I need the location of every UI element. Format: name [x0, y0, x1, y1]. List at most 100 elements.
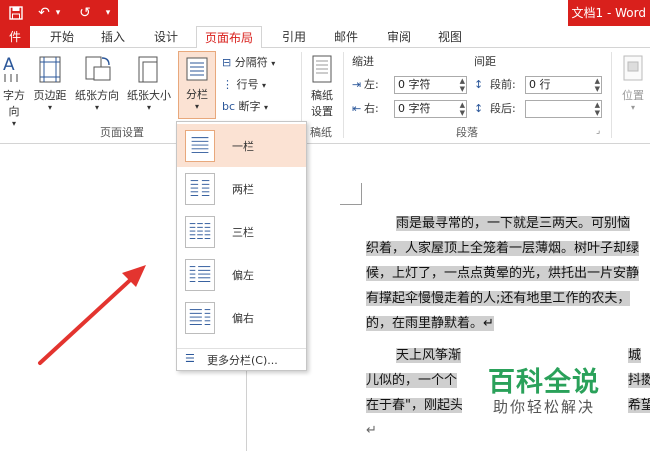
- tab-review[interactable]: 审阅: [381, 26, 417, 48]
- columns-option-three[interactable]: 三栏: [177, 210, 306, 253]
- text-direction-dropdown-icon: ▾: [11, 119, 16, 128]
- more-columns-icon: ☰: [185, 352, 195, 365]
- text-line: 织着，人家屋顶上全笼着一层薄烟。树叶子却绿: [366, 241, 640, 256]
- draft-paper-icon: [312, 55, 332, 83]
- indent-right-label: 右:: [364, 102, 379, 115]
- left-column-icon: [185, 259, 215, 291]
- one-column-icon: [185, 130, 215, 162]
- text-line: 候，上灯了，一点点黄晕的光，烘托出一片安静: [366, 266, 640, 281]
- indent-left-input[interactable]: 0 字符 ▲ ▼: [394, 76, 467, 94]
- columns-option-one[interactable]: 一栏: [177, 124, 306, 167]
- paragraph-2-right: 城 抖擞 希望: [628, 343, 650, 418]
- tab-references[interactable]: 引用: [276, 26, 312, 48]
- paper-setup-button[interactable]: 稿纸 设置: [306, 54, 338, 119]
- size-dropdown-icon: ▾: [146, 103, 151, 112]
- tab-file[interactable]: 件: [0, 26, 30, 48]
- columns-option-label: 两栏: [232, 183, 254, 196]
- spacing-before-icon: ↕: [474, 78, 484, 91]
- spinner-icon[interactable]: ▲ ▼: [460, 101, 465, 117]
- page-setup-group-label: 页面设置: [100, 126, 144, 139]
- indent-left-value: 0 字符: [398, 78, 431, 91]
- orientation-button[interactable]: 纸张方向 ▾: [72, 54, 122, 112]
- spacing-heading: 间距: [474, 55, 496, 68]
- undo-icon[interactable]: ↶: [36, 3, 52, 23]
- columns-dropdown-menu: 一栏 两栏 三栏 偏左 偏右 ☰ 更多分栏(C)...: [176, 121, 307, 371]
- margins-button[interactable]: 页边距 ▾: [30, 54, 70, 112]
- spacing-after-input[interactable]: ▲ ▼: [525, 100, 602, 118]
- breaks-button[interactable]: ⊟ 分隔符 ▾: [222, 54, 292, 72]
- spacing-before-input[interactable]: 0 行 ▲ ▼: [525, 76, 602, 94]
- ribbon-tabs: 件 开始 插入 设计 页面布局 引用 邮件 审阅 视图: [0, 26, 650, 49]
- watermark-subtitle: 助你轻松解决: [492, 398, 595, 416]
- columns-button[interactable]: 分栏 ▾: [178, 51, 216, 119]
- text-line: 抖擞: [628, 373, 650, 388]
- paragraph-2[interactable]: 天上风筝渐 儿似的，一个个 在于春"，刚起头 ↵: [366, 343, 463, 443]
- line-numbers-dropdown-icon: ▾: [262, 81, 267, 90]
- tab-view[interactable]: 视图: [432, 26, 468, 48]
- separator: [343, 52, 344, 138]
- save-icon[interactable]: [6, 3, 26, 23]
- breaks-label: 分隔符: [234, 56, 268, 69]
- spinner-icon[interactable]: ▲ ▼: [595, 77, 600, 93]
- columns-option-right[interactable]: 偏右: [177, 296, 306, 339]
- line-numbers-label: 行号: [236, 78, 259, 91]
- spacing-after-label: 段后:: [490, 102, 516, 115]
- paragraph-mark: ↵: [366, 423, 377, 438]
- position-dropdown-icon: ▾: [630, 103, 635, 112]
- text-line: 雨是最寻常的，一下就是三两天。可别恼: [396, 216, 631, 231]
- spacing-before-value: 0 行: [529, 78, 551, 91]
- size-label: 纸张大小: [127, 89, 171, 102]
- tab-design[interactable]: 设计: [148, 26, 184, 48]
- customize-toolbar-icon[interactable]: ▾: [102, 3, 114, 23]
- columns-option-left[interactable]: 偏左: [177, 253, 306, 296]
- hyphenation-label: 断字: [238, 100, 261, 113]
- spinner-icon[interactable]: ▲ ▼: [595, 101, 600, 117]
- paragraph-1[interactable]: 雨是最寻常的，一下就是三两天。可别恼 织着，人家屋顶上全笼着一层薄烟。树叶子却绿…: [366, 211, 640, 336]
- columns-option-label: 三栏: [232, 226, 254, 239]
- orientation-dropdown-icon: ▾: [94, 103, 99, 112]
- indent-left-icon: ⇥: [352, 78, 362, 91]
- more-columns-item[interactable]: ☰ 更多分栏(C)...: [177, 348, 306, 368]
- indent-right-input[interactable]: 0 字符 ▲ ▼: [394, 100, 467, 118]
- hyphenation-icon: bc: [222, 100, 236, 113]
- line-numbers-button[interactable]: ⋮ 行号 ▾: [222, 76, 292, 94]
- size-button[interactable]: 纸张大小 ▾: [124, 54, 174, 112]
- hyphenation-dropdown-icon: ▾: [264, 103, 269, 112]
- margins-dropdown-icon: ▾: [47, 103, 52, 112]
- indent-right-value: 0 字符: [398, 102, 431, 115]
- tab-insert[interactable]: 插入: [95, 26, 131, 48]
- paper-setup-label-line2: 设置: [311, 105, 333, 118]
- spinner-icon[interactable]: ▲ ▼: [460, 77, 465, 93]
- paper-group-label: 稿纸: [310, 126, 332, 139]
- redo-icon[interactable]: ↺: [76, 3, 94, 23]
- tab-mailings[interactable]: 邮件: [328, 26, 364, 48]
- two-columns-icon: [185, 173, 215, 205]
- ribbon-page-layout: A 字方向 ▾ 页边距 ▾ 纸张方向 ▾ 纸张大小 ▾ 分栏 ▾ ⊟ 分隔符 ▾…: [0, 48, 650, 144]
- text-line: 在于春"，刚起头: [366, 398, 463, 413]
- columns-icon: [186, 57, 208, 81]
- margins-label: 页边距: [33, 89, 67, 102]
- indent-heading: 缩进: [352, 55, 374, 68]
- tab-page-layout[interactable]: 页面布局: [196, 26, 262, 49]
- undo-dropdown-icon[interactable]: ▾: [52, 3, 64, 23]
- title-bar-blank: [118, 0, 568, 26]
- separator: [611, 52, 612, 138]
- orientation-label: 纸张方向: [75, 89, 119, 102]
- right-column-icon: [185, 302, 215, 334]
- hyphenation-button[interactable]: bc 断字 ▾: [222, 98, 292, 116]
- text-direction-button[interactable]: A 字方向 ▾: [0, 54, 28, 128]
- tab-home[interactable]: 开始: [44, 26, 80, 48]
- breaks-icon: ⊟: [222, 56, 232, 69]
- three-columns-icon: [185, 216, 215, 248]
- title-bar: ↶ ▾ ↺ ▾ 文档1 - Word: [0, 0, 650, 26]
- position-button[interactable]: 位置 ▾: [616, 54, 650, 112]
- watermark-title: 百科全说: [488, 367, 600, 398]
- columns-label: 分栏: [186, 88, 208, 101]
- text-line: 儿似的，一个个: [366, 373, 458, 388]
- columns-option-label: 一栏: [232, 140, 254, 153]
- dialog-launcher-icon[interactable]: ⌟: [596, 122, 600, 140]
- line-numbers-icon: ⋮: [222, 78, 233, 91]
- columns-option-two[interactable]: 两栏: [177, 167, 306, 210]
- text-direction-label: 字方向: [3, 89, 25, 118]
- paper-size-icon: [138, 56, 158, 83]
